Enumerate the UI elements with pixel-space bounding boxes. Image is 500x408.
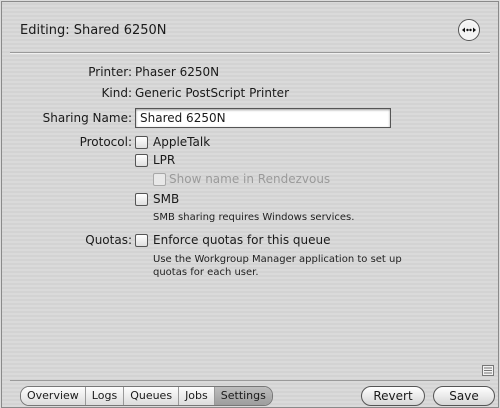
tab-settings[interactable]: Settings <box>214 387 272 405</box>
lpr-checkbox[interactable] <box>135 154 148 167</box>
smb-checkbox[interactable] <box>135 193 148 206</box>
save-button[interactable]: Save <box>433 386 495 406</box>
enforce-quotas-label: Enforce quotas for this queue <box>153 233 331 247</box>
list-resize-icon[interactable] <box>482 365 494 376</box>
action-menu-button[interactable] <box>458 19 480 41</box>
tab-logs[interactable]: Logs <box>85 387 125 405</box>
smb-note: SMB sharing requires Windows services. <box>153 212 355 223</box>
quota-note-line2: quotas for each user. <box>153 267 259 278</box>
page-title: Editing: Shared 6250N <box>20 23 167 38</box>
quota-note-line1: Use the Workgroup Manager application to… <box>153 254 402 265</box>
header-divider <box>10 52 490 54</box>
printer-label: Printer: <box>88 65 132 79</box>
lpr-label: LPR <box>153 153 176 167</box>
view-tabs: Overview Logs Queues Jobs Settings <box>20 386 273 406</box>
settings-panel: Editing: Shared 6250N Printer: Phaser 62… <box>1 1 499 408</box>
kind-label: Kind: <box>101 86 132 100</box>
rendezvous-checkbox[interactable] <box>153 173 166 186</box>
appletalk-checkbox[interactable] <box>135 136 148 149</box>
quotas-label: Quotas: <box>85 233 132 247</box>
enforce-quotas-checkbox[interactable] <box>135 234 148 247</box>
printer-value: Phaser 6250N <box>135 65 220 79</box>
rendezvous-label: Show name in Rendezvous <box>169 172 331 186</box>
smb-label: SMB <box>153 192 180 206</box>
kind-value: Generic PostScript Printer <box>135 86 289 100</box>
footer-divider <box>10 380 490 381</box>
tab-overview[interactable]: Overview <box>21 387 86 405</box>
sharing-name-field[interactable]: Shared 6250N <box>135 108 391 128</box>
ellipsis-arrows-icon <box>462 27 476 33</box>
sharing-name-label: Sharing Name: <box>42 111 132 125</box>
tab-queues[interactable]: Queues <box>124 387 180 405</box>
protocol-label: Protocol: <box>79 135 132 149</box>
appletalk-label: AppleTalk <box>153 135 211 149</box>
revert-button[interactable]: Revert <box>361 386 425 406</box>
tab-jobs[interactable]: Jobs <box>179 387 215 405</box>
